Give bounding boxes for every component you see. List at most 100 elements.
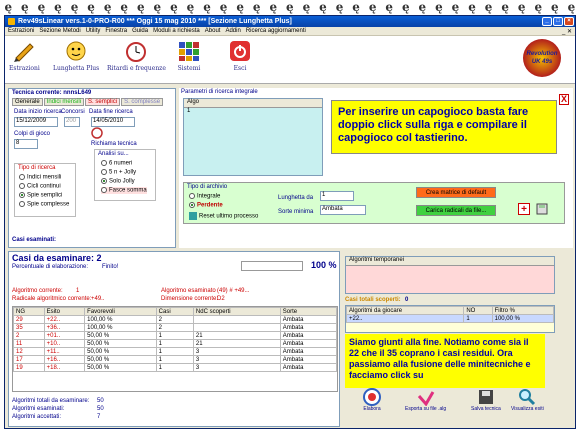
date-start-field[interactable]: 15/12/2009: [14, 117, 58, 127]
lunghetta-select[interactable]: 1: [320, 191, 354, 201]
minimize-button[interactable]: _: [542, 17, 552, 26]
menu-moduli[interactable]: Moduli a richiesta: [153, 28, 200, 34]
table-cell: 1: [155, 355, 194, 364]
casi-esaminati-label: Casi esaminati:: [12, 237, 57, 243]
tool-estrazioni[interactable]: Estrazioni: [9, 40, 40, 72]
toolbar: Estrazioni Lunghetta Plus Ritardi e freq…: [5, 36, 575, 84]
concorsi-field[interactable]: 200: [64, 117, 80, 127]
scoperti-label: Casi totali scoperti:: [345, 297, 401, 303]
tool-esci[interactable]: Esci: [228, 40, 252, 72]
grid-icon: [177, 40, 201, 62]
add-button[interactable]: +: [518, 203, 530, 215]
carica-radicali-button[interactable]: Carica radicali da file...: [416, 205, 496, 216]
tool-ritardi[interactable]: Ritardi e frequenze: [107, 40, 166, 72]
scoperti-row[interactable]: +22.. 1 100,00 %: [345, 314, 555, 323]
close-button[interactable]: ×: [564, 17, 574, 26]
fine-note: Siamo giunti alla fine. Notiamo come sia…: [345, 334, 545, 388]
table-cell: +10..: [43, 339, 86, 348]
perc-value: Finito!: [102, 264, 119, 270]
radicale-value: +49..: [91, 296, 105, 302]
menu-finestra[interactable]: Finestra: [105, 28, 127, 34]
archivio-perdente[interactable]: Perdente: [189, 202, 223, 209]
richiama-label[interactable]: Richiama tecnica: [91, 141, 137, 147]
reset-button[interactable]: Reset ultimo processo: [189, 212, 258, 220]
tipo-spie-semplici[interactable]: Spie semplici: [19, 192, 62, 199]
concorsi-label: Concorsi: [61, 109, 85, 115]
algo-row[interactable]: 1: [184, 108, 322, 114]
table-cell: +18..: [43, 363, 86, 372]
analisi-5n-jolly[interactable]: 5 n + Jolly: [101, 169, 136, 176]
menu-about[interactable]: About: [205, 28, 221, 34]
colpi-select[interactable]: 8: [14, 139, 38, 149]
table-row[interactable]: 17 +16.. 50,00 % 1 3 Ambata: [13, 355, 337, 364]
tab-indici[interactable]: Indici mensili: [43, 98, 85, 106]
menu-guida[interactable]: Guida: [132, 28, 148, 34]
close-panel-button[interactable]: X: [559, 94, 569, 105]
col-ng[interactable]: NG: [13, 307, 45, 316]
col-algo-giocare[interactable]: Algoritmi da giocare: [345, 306, 465, 315]
col-casi[interactable]: Casi: [155, 307, 194, 316]
menu-addin[interactable]: Addin: [225, 28, 240, 34]
analisi-fasce-somma[interactable]: Fasce somma: [101, 187, 147, 194]
table-row[interactable]: 29 +22.. 100,00 % 2 Ambata: [13, 315, 337, 324]
tool-sistemi[interactable]: Sistemi: [177, 40, 201, 72]
calculator-icon[interactable]: [536, 203, 548, 215]
crea-matrice-button[interactable]: Crea matrice di default: [416, 187, 496, 198]
table-row[interactable]: 12 +11.. 50,00 % 1 3 Ambata: [13, 347, 337, 356]
tab-generale[interactable]: Generale: [12, 98, 43, 106]
tipo-spie-complesse[interactable]: Spie complesse: [19, 201, 69, 208]
table-cell: 21: [192, 339, 281, 348]
table-cell: 50,00 %: [84, 363, 157, 372]
table-row[interactable]: 19 +18.. 50,00 % 1 3 Ambata: [13, 363, 337, 372]
lunghetta-label: Lunghetta da: [278, 195, 314, 201]
title-bar: Rev49sLinear vers.1-0-PRO-R00 *** Oggi 1…: [5, 16, 575, 27]
menu-ricerca[interactable]: Ricerca aggiornamenti: [246, 28, 306, 34]
mdi-controls[interactable]: _ ✕: [562, 28, 575, 35]
menu-bar: Estrazioni Sezione Metodi Utility Finest…: [5, 27, 575, 36]
technique-tabs: Generale Indici mensili S. semplici S. c…: [12, 98, 164, 106]
menu-sezione-metodi[interactable]: Sezione Metodi: [39, 28, 80, 34]
tool-estrazioni-label: Estrazioni: [9, 65, 40, 72]
col-filtro[interactable]: Filtro %: [491, 306, 555, 315]
table-row[interactable]: 11 +10.. 50,00 % 1 21 Ambata: [13, 339, 337, 348]
temp-algo-panel: Algoritmi temporanei: [345, 256, 555, 294]
esporta-button[interactable]: Esporta su file .alg: [405, 388, 446, 412]
elabora-button[interactable]: Elabora: [363, 388, 381, 412]
table-row[interactable]: 35 +36.. 100,00 % 2 Ambata: [13, 323, 337, 332]
target-icon: [363, 388, 381, 406]
maximize-button[interactable]: □: [553, 17, 563, 26]
reset-icon: [189, 212, 197, 220]
table-cell: Ambata: [279, 347, 337, 356]
table-cell: Ambata: [279, 363, 337, 372]
menu-estrazioni[interactable]: Estrazioni: [8, 28, 34, 34]
scoperti-value: 0: [405, 297, 409, 303]
tool-lunghetta[interactable]: Lunghetta Plus: [53, 40, 99, 72]
analisi-6-numeri[interactable]: 6 numeri: [101, 160, 132, 167]
archivio-integrale[interactable]: Integrale: [189, 193, 220, 200]
col-esito[interactable]: Esito: [43, 307, 86, 316]
col-ndc[interactable]: NdC scoperti: [192, 307, 281, 316]
table-row[interactable]: 2 +01.. 50,00 % 1 21 Ambata: [13, 331, 337, 340]
tipo-indici[interactable]: Indici mensili: [19, 174, 61, 181]
sorte-select[interactable]: Ambata: [320, 205, 366, 215]
table-cell: 100,00 %: [84, 323, 157, 332]
tipo-cicli[interactable]: Cicli continui: [19, 183, 61, 190]
tot-value: 50: [97, 398, 104, 404]
tab-complesse[interactable]: S. complesse: [121, 98, 164, 106]
col-favorevoli[interactable]: Favorevoli: [84, 307, 157, 316]
analisi-solo-jolly[interactable]: Solo Jolly: [101, 178, 135, 185]
date-end-field[interactable]: 14/05/2010: [91, 117, 135, 127]
tab-semplici[interactable]: S. semplici: [85, 98, 121, 106]
alarm-clock-icon[interactable]: [91, 127, 103, 139]
algo-list[interactable]: Algo 1: [183, 98, 323, 176]
table-cell: 1: [155, 363, 194, 372]
visualizza-button[interactable]: Visualizza esiti: [511, 388, 544, 412]
table-cell: [192, 323, 281, 332]
menu-utility[interactable]: Utility: [86, 28, 101, 34]
tipo-ricerca-group: Tipo di ricerca Indici mensili Cicli con…: [14, 163, 76, 217]
results-table: NG Esito Favorevoli Casi NdC scoperti So…: [13, 307, 337, 372]
col-sorte[interactable]: Sorte: [279, 307, 337, 316]
salva-button[interactable]: Salva tecnica: [471, 388, 501, 412]
col-no[interactable]: NO: [463, 306, 493, 315]
table-cell: 35: [13, 323, 45, 332]
